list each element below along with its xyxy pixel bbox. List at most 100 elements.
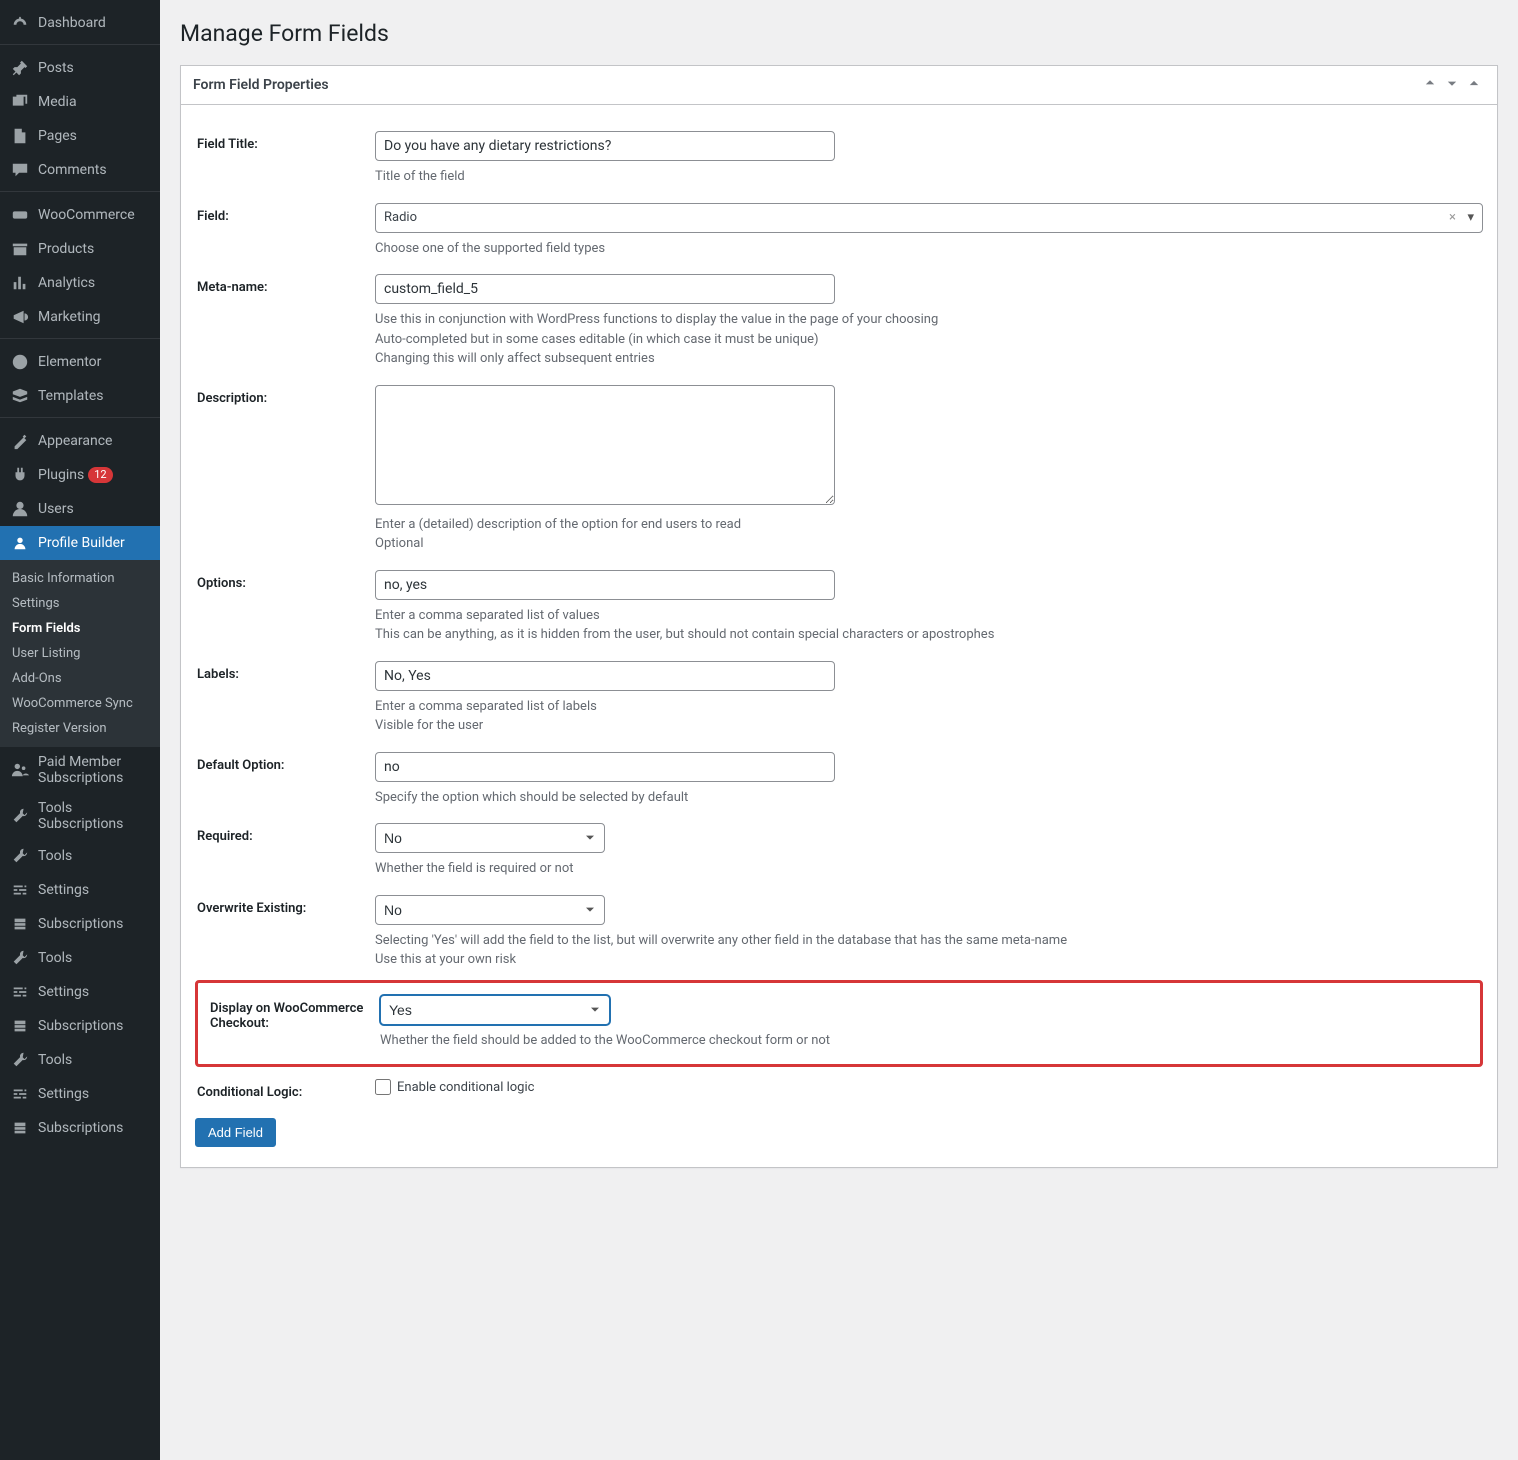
field-title-label: Field Title:	[195, 131, 375, 152]
sub-icon	[10, 1016, 30, 1036]
field-title-input[interactable]	[375, 131, 835, 161]
submenu-item-add-ons[interactable]: Add-Ons	[0, 666, 160, 691]
menu-label: WooCommerce	[38, 207, 135, 223]
elementor-icon	[10, 352, 30, 372]
analytics-icon	[10, 273, 30, 293]
default-option-help: Specify the option which should be selec…	[375, 788, 1483, 808]
field-type-select[interactable]: Radio × ▾	[375, 203, 1483, 233]
menu-label: Templates	[38, 388, 104, 404]
menu-label: Plugins	[38, 467, 84, 483]
field-type-value: Radio	[384, 210, 417, 225]
required-select[interactable]: No	[375, 823, 605, 853]
overwrite-help2: Use this at your own risk	[375, 950, 1483, 970]
add-field-button[interactable]: Add Field	[195, 1118, 276, 1147]
default-option-label: Default Option:	[195, 752, 375, 773]
options-help1: Enter a comma separated list of values	[375, 606, 1483, 626]
menu-item-marketing[interactable]: Marketing	[0, 300, 160, 334]
overwrite-help1: Selecting 'Yes' will add the field to th…	[375, 931, 1483, 951]
required-help: Whether the field is required or not	[375, 859, 1483, 879]
menu-item-profile-builder[interactable]: Profile Builder	[0, 526, 160, 560]
woo-checkout-select[interactable]: Yes	[380, 995, 610, 1025]
panel-title: Form Field Properties	[193, 77, 1419, 93]
submenu-item-basic-information[interactable]: Basic Information	[0, 566, 160, 591]
woo-checkout-label: Display on WooCommerce Checkout:	[208, 995, 380, 1031]
options-label: Options:	[195, 570, 375, 591]
submenu-item-form-fields[interactable]: Form Fields	[0, 616, 160, 641]
menu-label: Elementor	[38, 354, 101, 370]
menu-label: Posts	[38, 60, 74, 76]
menu-item-tools-subscriptions[interactable]: Tools Subscriptions	[0, 793, 160, 839]
settings-icon	[10, 1084, 30, 1104]
conditional-checkbox[interactable]	[375, 1079, 391, 1095]
settings-icon	[10, 880, 30, 900]
paid-icon	[10, 760, 30, 780]
labels-help2: Visible for the user	[375, 716, 1483, 736]
settings-icon	[10, 982, 30, 1002]
labels-input[interactable]	[375, 661, 835, 691]
panel-move-up-icon[interactable]	[1419, 76, 1441, 94]
menu-item-tools[interactable]: Tools	[0, 839, 160, 873]
menu-item-analytics[interactable]: Analytics	[0, 266, 160, 300]
menu-item-comments[interactable]: Comments	[0, 153, 160, 187]
meta-name-help2: Auto-completed but in some cases editabl…	[375, 330, 1483, 350]
menu-item-settings[interactable]: Settings	[0, 1077, 160, 1111]
menu-label: Appearance	[38, 433, 112, 449]
menu-label: Subscriptions	[38, 916, 123, 932]
description-textarea[interactable]	[375, 385, 835, 505]
menu-label: Settings	[38, 1086, 89, 1102]
panel-header: Form Field Properties	[181, 66, 1497, 105]
menu-item-elementor[interactable]: Elementor	[0, 345, 160, 379]
submenu-profile-builder: Basic InformationSettingsForm FieldsUser…	[0, 560, 160, 747]
default-option-input[interactable]	[375, 752, 835, 782]
menu-item-pages[interactable]: Pages	[0, 119, 160, 153]
menu-item-tools[interactable]: Tools	[0, 941, 160, 975]
panel-move-down-icon[interactable]	[1441, 76, 1463, 94]
sub-icon	[10, 914, 30, 934]
field-title-help: Title of the field	[375, 167, 1483, 187]
content-area: Manage Form Fields Form Field Properties…	[160, 0, 1518, 1460]
submenu-item-register-version[interactable]: Register Version	[0, 716, 160, 741]
submenu-item-woocommerce-sync[interactable]: WooCommerce Sync	[0, 691, 160, 716]
menu-label: Media	[38, 94, 77, 110]
menu-label: Pages	[38, 128, 77, 144]
meta-name-help1: Use this in conjunction with WordPress f…	[375, 310, 1483, 330]
options-input[interactable]	[375, 570, 835, 600]
menu-item-templates[interactable]: Templates	[0, 379, 160, 413]
tools-icon	[10, 806, 30, 826]
menu-item-media[interactable]: Media	[0, 85, 160, 119]
overwrite-select[interactable]: No	[375, 895, 605, 925]
menu-item-products[interactable]: Products	[0, 232, 160, 266]
menu-item-subscriptions[interactable]: Subscriptions	[0, 1009, 160, 1043]
admin-sidebar: Dashboard Posts Media Pages Comments WooComme…	[0, 0, 160, 1460]
products-icon	[10, 239, 30, 259]
sub-icon	[10, 1118, 30, 1138]
comment-icon	[10, 160, 30, 180]
menu-item-plugins[interactable]: Plugins12	[0, 458, 160, 492]
submenu-item-settings[interactable]: Settings	[0, 591, 160, 616]
menu-label: Tools	[38, 848, 72, 864]
field-type-clear-icon[interactable]: ×	[1449, 210, 1456, 225]
overwrite-label: Overwrite Existing:	[195, 895, 375, 916]
panel-collapse-icon[interactable]	[1463, 76, 1485, 94]
profile-icon	[10, 533, 30, 553]
menu-label: Subscriptions	[38, 1120, 123, 1136]
menu-item-users[interactable]: Users	[0, 492, 160, 526]
menu-item-settings[interactable]: Settings	[0, 873, 160, 907]
menu-item-settings[interactable]: Settings	[0, 975, 160, 1009]
menu-label: Comments	[38, 162, 107, 178]
menu-item-tools[interactable]: Tools	[0, 1043, 160, 1077]
submenu-item-user-listing[interactable]: User Listing	[0, 641, 160, 666]
menu-item-subscriptions[interactable]: Subscriptions	[0, 1111, 160, 1145]
menu-item-paid-member-subscriptions[interactable]: Paid Member Subscriptions	[0, 747, 160, 793]
field-type-help: Choose one of the supported field types	[375, 239, 1483, 259]
conditional-checkbox-wrap[interactable]: Enable conditional logic	[375, 1079, 1483, 1095]
description-help2: Optional	[375, 534, 1483, 554]
required-label: Required:	[195, 823, 375, 844]
menu-item-dashboard[interactable]: Dashboard	[0, 6, 160, 40]
menu-item-subscriptions[interactable]: Subscriptions	[0, 907, 160, 941]
menu-item-woocommerce[interactable]: WooCommerce	[0, 198, 160, 232]
menu-label: Marketing	[38, 309, 101, 325]
menu-item-appearance[interactable]: Appearance	[0, 424, 160, 458]
menu-item-posts[interactable]: Posts	[0, 51, 160, 85]
meta-name-input[interactable]	[375, 274, 835, 304]
